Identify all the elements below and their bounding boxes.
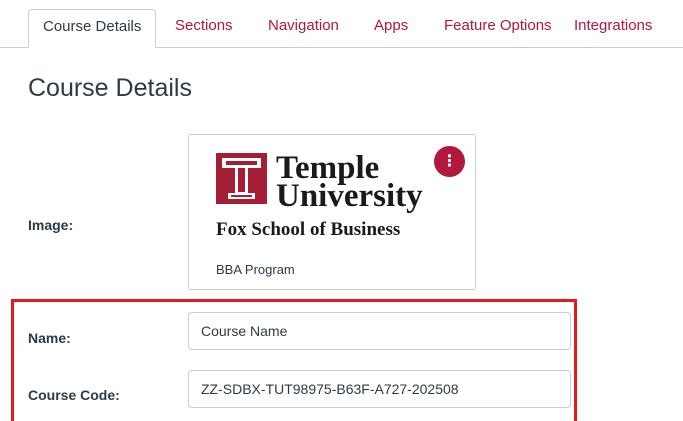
- image-caption: BBA Program: [216, 262, 295, 277]
- kebab-menu-icon[interactable]: ⋮: [434, 146, 465, 177]
- tab-course-details[interactable]: Course Details: [28, 9, 157, 48]
- logo-text-fox-school: Fox School of Business: [216, 219, 401, 240]
- course-image-card[interactable]: Temple University Fox School of Business…: [188, 134, 476, 290]
- temple-t-icon: [216, 153, 267, 204]
- tab-sections[interactable]: Sections: [175, 17, 233, 34]
- image-label: Image:: [28, 217, 74, 233]
- tab-integrations[interactable]: Integrations: [574, 17, 652, 34]
- tab-navigation[interactable]: Navigation: [268, 17, 339, 34]
- settings-tabs: Course Details Sections Navigation Apps …: [0, 0, 683, 48]
- tab-feature-options[interactable]: Feature Options: [444, 17, 552, 34]
- page-title: Course Details: [28, 74, 192, 102]
- temple-university-logo: Temple University Fox School of Business: [216, 152, 456, 243]
- logo-text-university: University: [276, 178, 423, 214]
- course-code-label: Course Code:: [28, 387, 120, 403]
- name-label: Name:: [28, 330, 71, 346]
- tab-apps[interactable]: Apps: [374, 17, 408, 34]
- course-name-input[interactable]: [188, 312, 571, 350]
- course-code-input[interactable]: [188, 370, 571, 408]
